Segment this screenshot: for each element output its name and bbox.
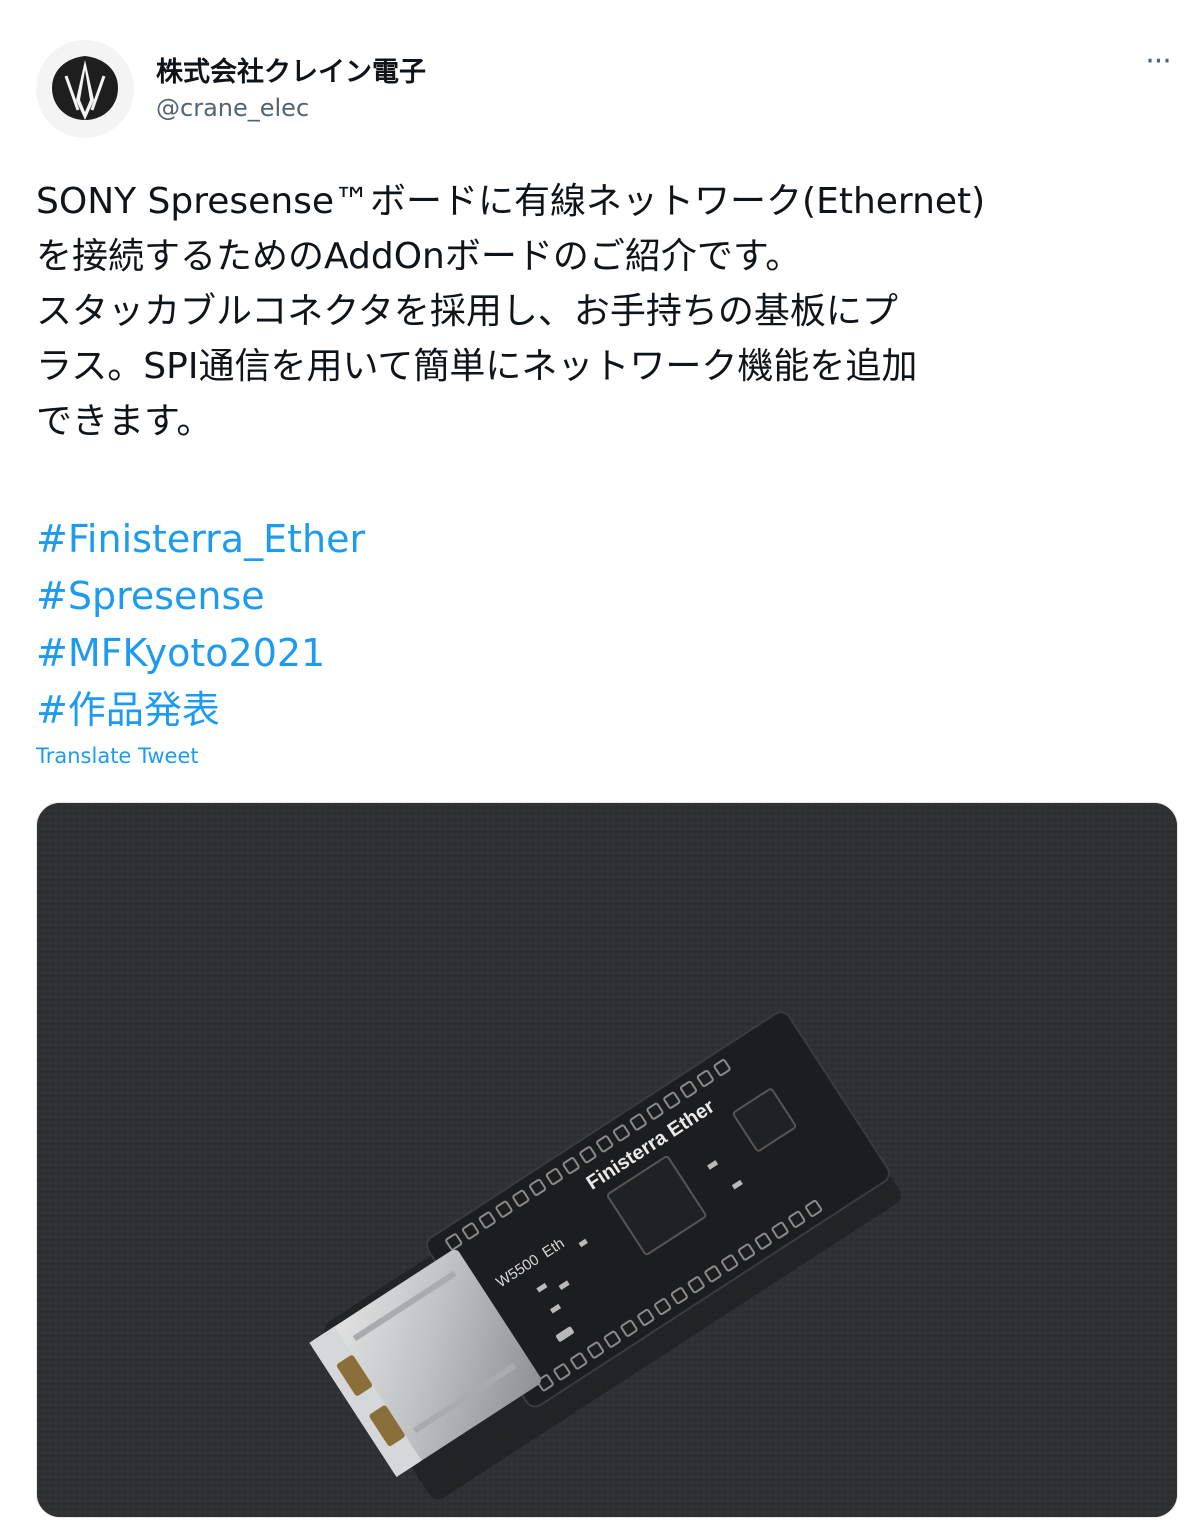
tweet-text-line: ラス。SPI通信を用いて簡単にネットワーク機能を追加 xyxy=(36,346,918,387)
tweet-text: SONY Spresense™ボードに有線ネットワーク(Ethernet) を接… xyxy=(36,174,1176,449)
hashtag-link[interactable]: #作品発表 xyxy=(36,682,736,739)
more-dots-icon[interactable]: ··· xyxy=(1138,47,1178,80)
hashtag-link[interactable]: #Spresense xyxy=(36,568,736,625)
tweet-text-line: SONY Spresense™ボードに有線ネットワーク(Ethernet) xyxy=(36,181,986,222)
avatar[interactable] xyxy=(36,40,134,138)
tweet-text-line: を接続するためのAddOnボードのご紹介です。 xyxy=(36,236,802,277)
photo-illustration: Finisterra Ether W5500 Eth xyxy=(37,803,1177,1517)
translate-tweet-link[interactable]: Translate Tweet xyxy=(36,744,199,768)
tweet-photo[interactable]: Finisterra Ether W5500 Eth xyxy=(36,802,1178,1518)
tweet-text-line: できます。 xyxy=(36,401,213,442)
crane-logo-icon xyxy=(36,40,134,138)
hashtag-list: #Finisterra_Ether #Spresense #MFKyoto202… xyxy=(36,511,736,739)
tweet-text-line: スタッカブルコネクタを採用し、お手持ちの基板にプ xyxy=(36,291,898,332)
display-name[interactable]: 株式会社クレイン電子 xyxy=(156,50,426,89)
hashtag-link[interactable]: #Finisterra_Ether xyxy=(36,511,736,568)
hashtag-link[interactable]: #MFKyoto2021 xyxy=(36,625,736,682)
account-handle[interactable]: @crane_elec xyxy=(156,94,309,122)
